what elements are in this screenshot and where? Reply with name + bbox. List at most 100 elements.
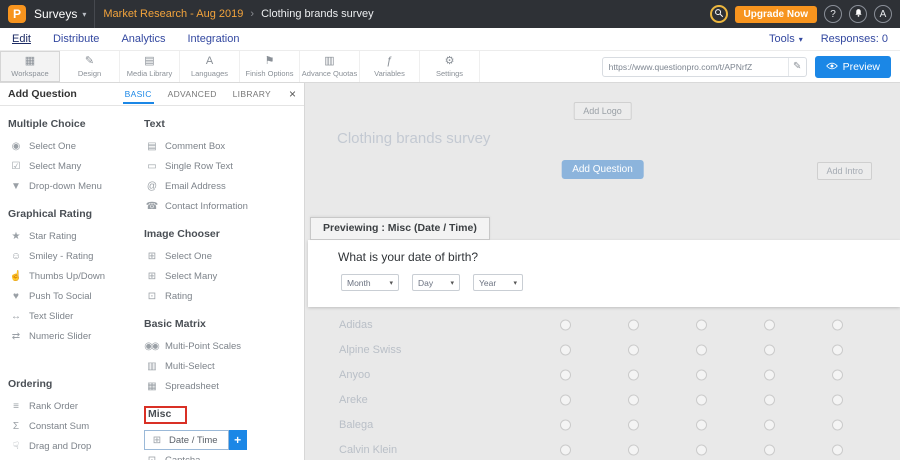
breadcrumb-parent[interactable]: Market Research - Aug 2019 — [103, 8, 243, 20]
add-question-button[interactable]: Add Question — [561, 160, 644, 179]
notifications-button[interactable] — [849, 5, 867, 23]
item-captcha[interactable]: ⊡ Captcha — [144, 450, 304, 460]
item-thumbs-up-down[interactable]: ☝ Thumbs Up/Down — [8, 266, 136, 286]
add-intro-button[interactable]: Add Intro — [817, 162, 872, 180]
item-multi-point-scales[interactable]: ◉◉ Multi-Point Scales — [144, 336, 304, 356]
item-image-select-one[interactable]: ⊞ Select One — [144, 246, 304, 266]
item-smiley-rating[interactable]: ☺ Smiley - Rating — [8, 246, 136, 266]
item-text-slider[interactable]: ↔ Text Slider — [8, 306, 136, 326]
tab-basic[interactable]: BASIC — [123, 84, 154, 104]
radio-button[interactable] — [560, 319, 571, 330]
surveys-menu[interactable]: Surveys ▾ — [34, 7, 86, 21]
radio-button[interactable] — [628, 369, 639, 380]
image-rating-icon: ⊡ — [144, 291, 158, 302]
tab-analytics[interactable]: Analytics — [121, 33, 165, 45]
add-date-time-button[interactable]: + — [229, 430, 247, 450]
item-multi-select[interactable]: ▥ Multi-Select — [144, 356, 304, 376]
item-image-rating[interactable]: ⊡ Rating — [144, 286, 304, 306]
ribbon-item-variables[interactable]: ƒ Variables — [360, 51, 420, 82]
item-comment-box[interactable]: ▤ Comment Box — [144, 136, 304, 156]
radio-button[interactable] — [832, 319, 843, 330]
radio-button[interactable] — [832, 394, 843, 405]
day-dropdown[interactable]: Day ▾ — [412, 274, 460, 291]
survey-canvas: Add Logo Clothing brands survey Add Ques… — [305, 83, 900, 460]
radio-button[interactable] — [560, 369, 571, 380]
radio-button[interactable] — [696, 319, 707, 330]
tab-edit[interactable]: Edit — [12, 33, 31, 45]
radio-button[interactable] — [764, 344, 775, 355]
radio-button[interactable] — [560, 419, 571, 430]
dropdown-label: Day — [418, 278, 433, 288]
image-select-one-icon: ⊞ — [144, 251, 158, 262]
radio-button[interactable] — [764, 444, 775, 455]
help-button[interactable]: ? — [824, 5, 842, 23]
ribbon-item-workspace[interactable]: ▦ Workspace — [0, 51, 60, 82]
item-rank-order[interactable]: ≡ Rank Order — [8, 396, 136, 416]
year-dropdown[interactable]: Year ▾ — [473, 274, 523, 291]
ribbon-item-finish-options[interactable]: ⚑ Finish Options — [240, 51, 300, 82]
radio-button[interactable] — [628, 319, 639, 330]
radio-button[interactable] — [764, 319, 775, 330]
item-constant-sum[interactable]: Σ Constant Sum — [8, 416, 136, 436]
radio-button[interactable] — [696, 369, 707, 380]
item-spreadsheet[interactable]: ▦ Spreadsheet — [144, 376, 304, 396]
item-drag-and-drop[interactable]: ☟ Drag and Drop — [8, 436, 136, 456]
radio-button[interactable] — [560, 344, 571, 355]
radio-button[interactable] — [628, 344, 639, 355]
radio-button[interactable] — [832, 444, 843, 455]
radio-button[interactable] — [696, 394, 707, 405]
ribbon-item-languages[interactable]: A Languages — [180, 51, 240, 82]
ribbon-item-design[interactable]: ✎ Design — [60, 51, 120, 82]
responses-count[interactable]: Responses: 0 — [821, 33, 888, 45]
avatar[interactable]: A — [874, 5, 892, 23]
section-heading-text: Text — [144, 118, 304, 130]
item-image-select-many[interactable]: ⊞ Select Many — [144, 266, 304, 286]
close-icon[interactable]: × — [289, 87, 296, 101]
preview-button[interactable]: Preview — [815, 56, 891, 78]
item-select-many[interactable]: ☑ Select Many — [8, 156, 136, 176]
radio-button[interactable] — [628, 394, 639, 405]
item-contact-information[interactable]: ☎ Contact Information — [144, 196, 304, 216]
tab-distribute[interactable]: Distribute — [53, 33, 99, 45]
survey-title[interactable]: Clothing brands survey — [337, 130, 490, 147]
tab-advanced[interactable]: ADVANCED — [166, 84, 219, 104]
radio-button[interactable] — [832, 419, 843, 430]
add-logo-button[interactable]: Add Logo — [573, 102, 632, 120]
tab-library[interactable]: LIBRARY — [231, 84, 273, 104]
item-select-one[interactable]: ◉ Select One — [8, 136, 136, 156]
radio-button[interactable] — [696, 444, 707, 455]
radio-button[interactable] — [628, 419, 639, 430]
radio-button[interactable] — [560, 444, 571, 455]
survey-url-input[interactable] — [603, 62, 788, 72]
multi-select-icon: ▥ — [144, 361, 158, 372]
questionpro-logo[interactable]: P — [8, 5, 26, 23]
tab-integration[interactable]: Integration — [187, 33, 239, 45]
radio-button[interactable] — [696, 419, 707, 430]
item-dropdown-menu[interactable]: ▼ Drop-down Menu — [8, 176, 136, 196]
ribbon-item-media-library[interactable]: ▤ Media Library — [120, 51, 180, 82]
item-numeric-slider[interactable]: ⇄ Numeric Slider — [8, 326, 136, 346]
ribbon-item-advance-quotas[interactable]: ▥ Advance Quotas — [300, 51, 360, 82]
menubar-right: Tools ▾ Responses: 0 — [769, 33, 888, 45]
radio-button[interactable] — [764, 394, 775, 405]
ribbon-item-settings[interactable]: ⚙ Settings — [420, 51, 480, 82]
panel-title: Add Question — [8, 88, 77, 100]
item-date-time[interactable]: ⊞ Date / Time — [144, 430, 229, 450]
upgrade-now-button[interactable]: Upgrade Now — [735, 6, 817, 23]
month-dropdown[interactable]: Month ▾ — [341, 274, 399, 291]
radio-button[interactable] — [764, 419, 775, 430]
bell-icon — [854, 8, 863, 21]
search-button[interactable] — [710, 5, 728, 23]
radio-button[interactable] — [628, 444, 639, 455]
radio-button[interactable] — [560, 394, 571, 405]
radio-button[interactable] — [832, 369, 843, 380]
item-email-address[interactable]: @ Email Address — [144, 176, 304, 196]
radio-button[interactable] — [832, 344, 843, 355]
radio-button[interactable] — [764, 369, 775, 380]
tools-menu[interactable]: Tools ▾ — [769, 33, 803, 45]
radio-button[interactable] — [696, 344, 707, 355]
item-push-to-social[interactable]: ♥ Push To Social — [8, 286, 136, 306]
item-single-row-text[interactable]: ▭ Single Row Text — [144, 156, 304, 176]
item-star-rating[interactable]: ★ Star Rating — [8, 226, 136, 246]
pencil-icon[interactable]: ✎ — [788, 58, 806, 76]
